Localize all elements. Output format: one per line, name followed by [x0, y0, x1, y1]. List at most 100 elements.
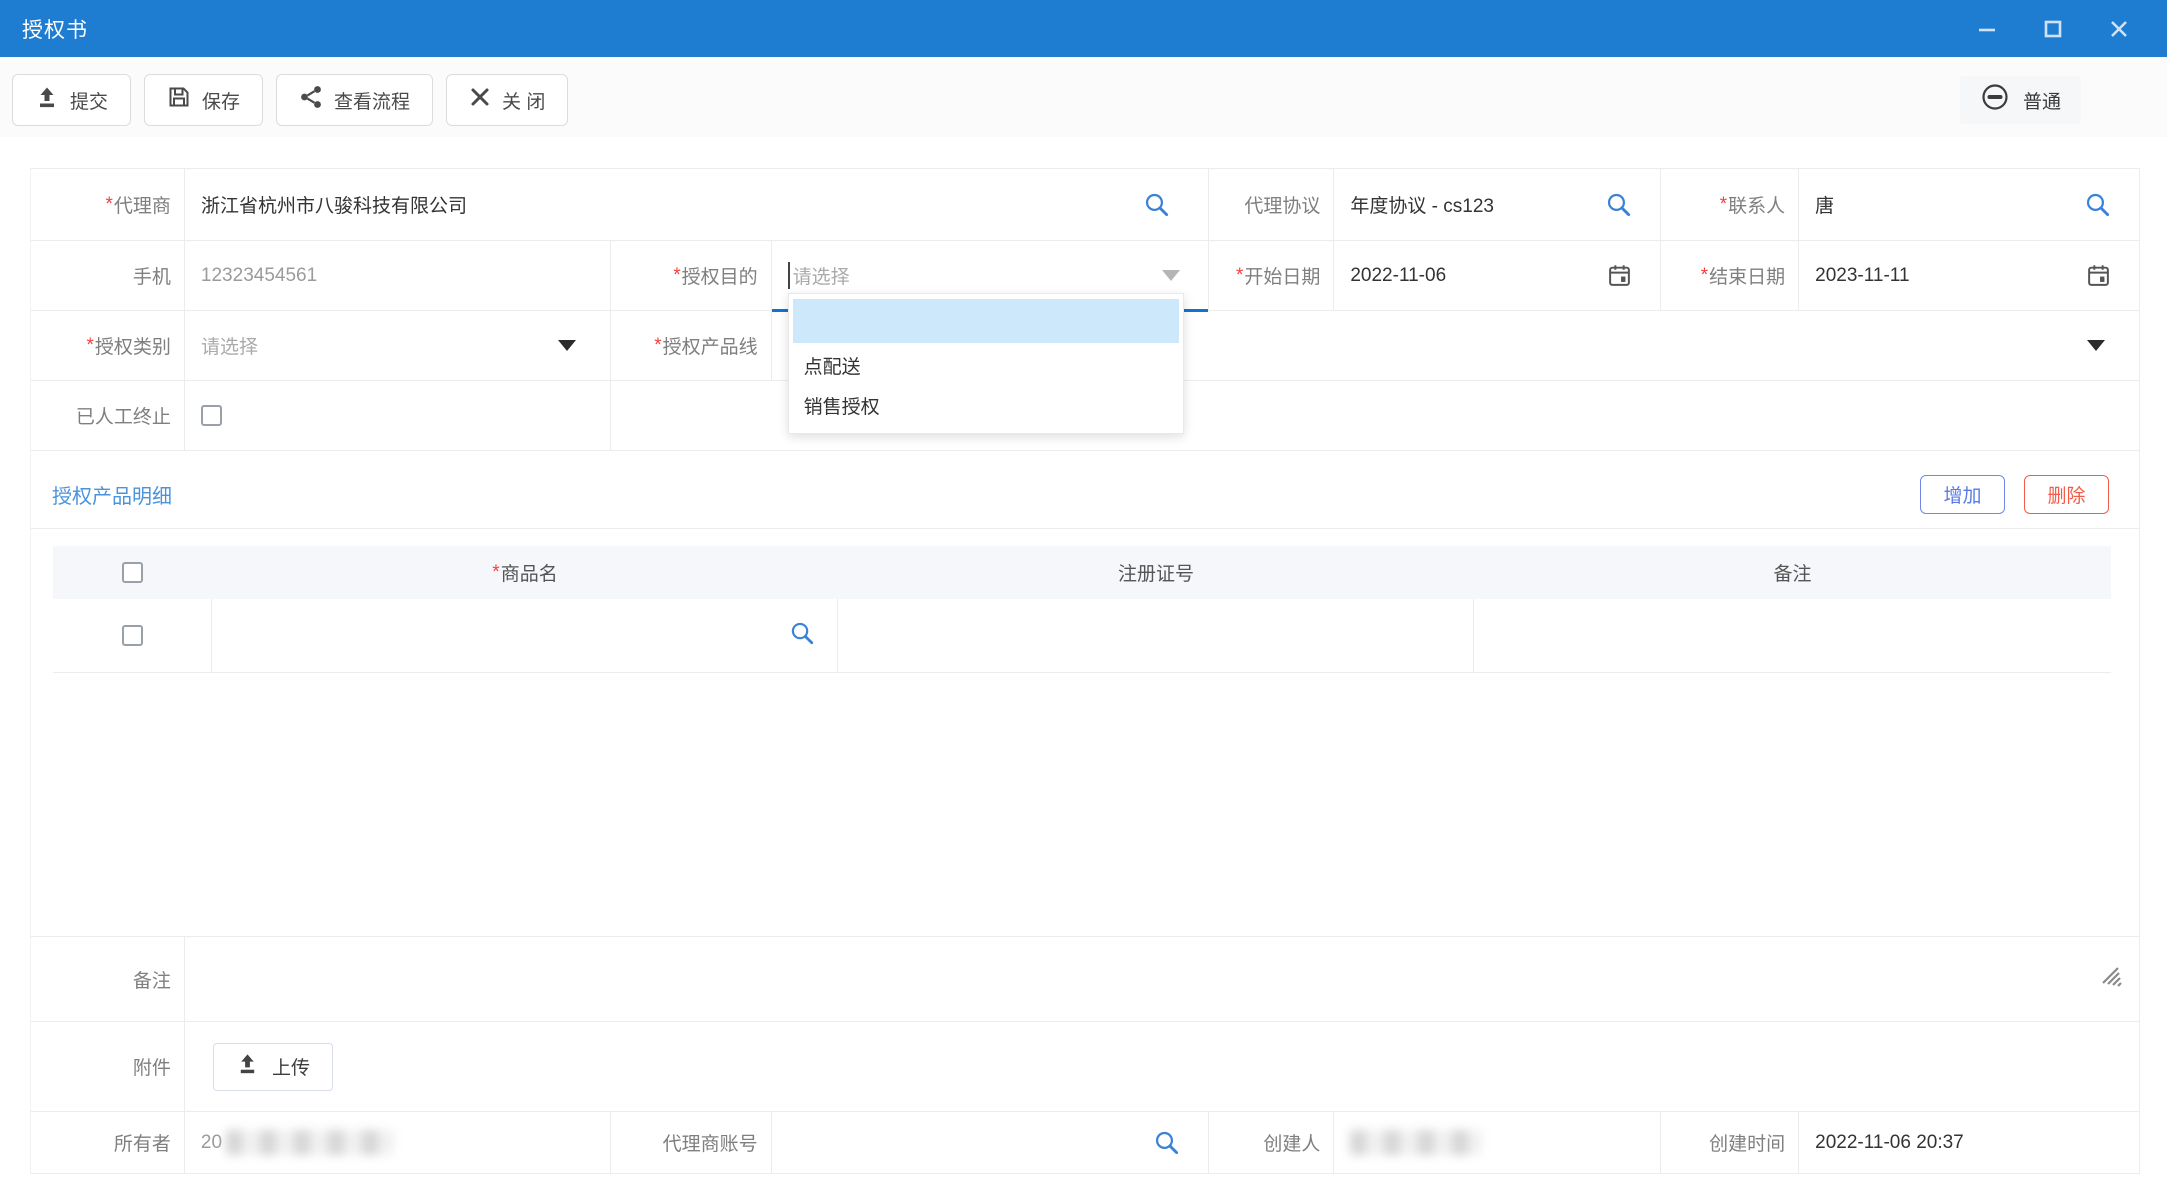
- mobile-value: 12323454561: [201, 265, 317, 287]
- remarks-label: 备注: [31, 937, 185, 1021]
- column-note: 备注: [1474, 546, 2111, 599]
- circle-minus-icon: [1980, 82, 2010, 118]
- agreement-label: 代理协议: [1209, 169, 1334, 240]
- delete-row-button[interactable]: 删除: [2024, 475, 2109, 514]
- purpose-placeholder: 请选择: [793, 262, 850, 289]
- table-row: [53, 599, 2111, 673]
- toolbar: 提交 保存 查看流程 关 闭 普通: [0, 57, 2167, 137]
- close-x-icon: [469, 86, 491, 114]
- save-button[interactable]: 保存: [144, 74, 263, 126]
- start-date-value: 2022-11-06: [1350, 265, 1446, 287]
- search-icon[interactable]: [789, 620, 815, 652]
- agent-field[interactable]: 浙江省杭州市八骏科技有限公司: [185, 169, 1210, 240]
- select-all-checkbox[interactable]: [122, 562, 143, 583]
- mobile-field[interactable]: 12323454561: [185, 241, 611, 310]
- purpose-select[interactable]: 请选择 点配送 销售授权: [772, 241, 1210, 310]
- agreement-value: 年度协议 - cs123: [1350, 191, 1494, 218]
- submit-label: 提交: [70, 87, 108, 114]
- created-time-field: 2022-11-06 20:37: [1799, 1112, 2139, 1173]
- registration-no-cell[interactable]: [838, 599, 1474, 672]
- footer-form: 备注 附件 上传: [31, 936, 2139, 1174]
- terminated-label: 已人工终止: [31, 381, 185, 450]
- purpose-dropdown: 点配送 销售授权: [788, 293, 1184, 434]
- details-section-header: 授权产品明细 增加 删除: [31, 471, 2139, 529]
- remarks-textarea[interactable]: [185, 937, 2139, 1021]
- redacted-value: [226, 1130, 394, 1155]
- close-form-label: 关 闭: [502, 87, 545, 114]
- terminated-checkbox[interactable]: [201, 405, 222, 426]
- select-all-cell: [53, 546, 212, 599]
- end-date-value: 2023-11-11: [1815, 265, 1909, 287]
- chevron-down-icon[interactable]: [558, 340, 576, 351]
- authorization-window: 授权书 提交 保存: [0, 0, 2167, 1198]
- contact-field[interactable]: 唐: [1799, 169, 2139, 240]
- dropdown-option[interactable]: 点配送: [793, 345, 1179, 385]
- search-icon[interactable]: [1605, 191, 1632, 218]
- chevron-down-icon[interactable]: [2087, 340, 2105, 351]
- redacted-value: [1350, 1130, 1482, 1155]
- creator-field: [1334, 1112, 1661, 1173]
- form-body: * 代理商 浙江省杭州市八骏科技有限公司 代理协议 年度协议 - cs123: [30, 168, 2140, 1174]
- created-time-value: 2022-11-06 20:37: [1815, 1132, 1964, 1154]
- agent-account-field[interactable]: [772, 1112, 1210, 1173]
- search-icon[interactable]: [1143, 191, 1170, 218]
- window-controls: [1975, 17, 2145, 41]
- created-time-label: 创建时间: [1661, 1112, 1799, 1173]
- resize-grip-icon[interactable]: [2095, 960, 2127, 998]
- dropdown-option-empty[interactable]: [793, 299, 1179, 343]
- search-icon[interactable]: [2084, 191, 2111, 218]
- mobile-label: 手机: [31, 241, 185, 310]
- mode-label: 普通: [2023, 87, 2061, 114]
- titlebar: 授权书: [0, 0, 2167, 57]
- note-cell[interactable]: [1474, 599, 2111, 672]
- search-icon[interactable]: [1153, 1129, 1180, 1156]
- end-date-field[interactable]: 2023-11-11: [1799, 241, 2139, 310]
- agent-account-label: 代理商账号: [611, 1112, 772, 1173]
- row-select-cell: [53, 599, 212, 672]
- attachment-field: 上传: [185, 1022, 2139, 1111]
- column-product-name: * 商品名: [212, 546, 838, 599]
- attachment-label: 附件: [31, 1022, 185, 1111]
- start-date-field[interactable]: 2022-11-06: [1334, 241, 1661, 310]
- contact-label: * 联系人: [1661, 169, 1799, 240]
- view-flow-button[interactable]: 查看流程: [276, 74, 433, 126]
- add-row-button[interactable]: 增加: [1920, 475, 2005, 514]
- terminated-field: [185, 381, 611, 450]
- maximize-icon[interactable]: [2041, 17, 2065, 41]
- upload-label: 上传: [272, 1053, 310, 1080]
- minimize-icon[interactable]: [1975, 17, 1999, 41]
- upload-button[interactable]: 上传: [213, 1043, 333, 1091]
- attachment-row: 附件 上传: [31, 1022, 2139, 1112]
- category-select[interactable]: 请选择: [185, 311, 611, 380]
- view-flow-label: 查看流程: [334, 87, 410, 114]
- owner-row: 所有者 20 代理商账号 创建人: [31, 1112, 2139, 1174]
- agent-value: 浙江省杭州市八骏科技有限公司: [201, 191, 467, 218]
- close-window-icon[interactable]: [2107, 17, 2131, 41]
- empty-area: [31, 673, 2139, 936]
- dropdown-option[interactable]: 销售授权: [793, 385, 1179, 425]
- agent-label: * 代理商: [31, 169, 185, 240]
- agreement-field[interactable]: 年度协议 - cs123: [1334, 169, 1661, 240]
- mode-normal-button[interactable]: 普通: [1960, 76, 2081, 124]
- details-section-title: 授权产品明细: [52, 480, 172, 509]
- product-name-cell[interactable]: [212, 599, 838, 672]
- product-table: * 商品名 注册证号 备注: [53, 546, 2111, 673]
- category-label: * 授权类别: [31, 311, 185, 380]
- creator-label: 创建人: [1209, 1112, 1334, 1173]
- row-checkbox[interactable]: [122, 625, 143, 646]
- purpose-label: * 授权目的: [611, 241, 772, 310]
- form-row-1: * 代理商 浙江省杭州市八骏科技有限公司 代理协议 年度协议 - cs123: [31, 169, 2139, 241]
- start-date-label: * 开始日期: [1209, 241, 1334, 310]
- close-form-button[interactable]: 关 闭: [446, 74, 568, 126]
- chevron-down-icon[interactable]: [1162, 270, 1180, 281]
- category-placeholder: 请选择: [201, 332, 258, 359]
- calendar-icon[interactable]: [1607, 263, 1632, 288]
- submit-button[interactable]: 提交: [12, 74, 131, 126]
- end-date-label: * 结束日期: [1661, 241, 1799, 310]
- upload-icon: [35, 85, 59, 115]
- save-label: 保存: [202, 87, 240, 114]
- calendar-icon[interactable]: [2086, 263, 2111, 288]
- column-registration-no: 注册证号: [838, 546, 1474, 599]
- product-line-label: * 授权产品线: [611, 311, 772, 380]
- product-table-header: * 商品名 注册证号 备注: [53, 546, 2111, 599]
